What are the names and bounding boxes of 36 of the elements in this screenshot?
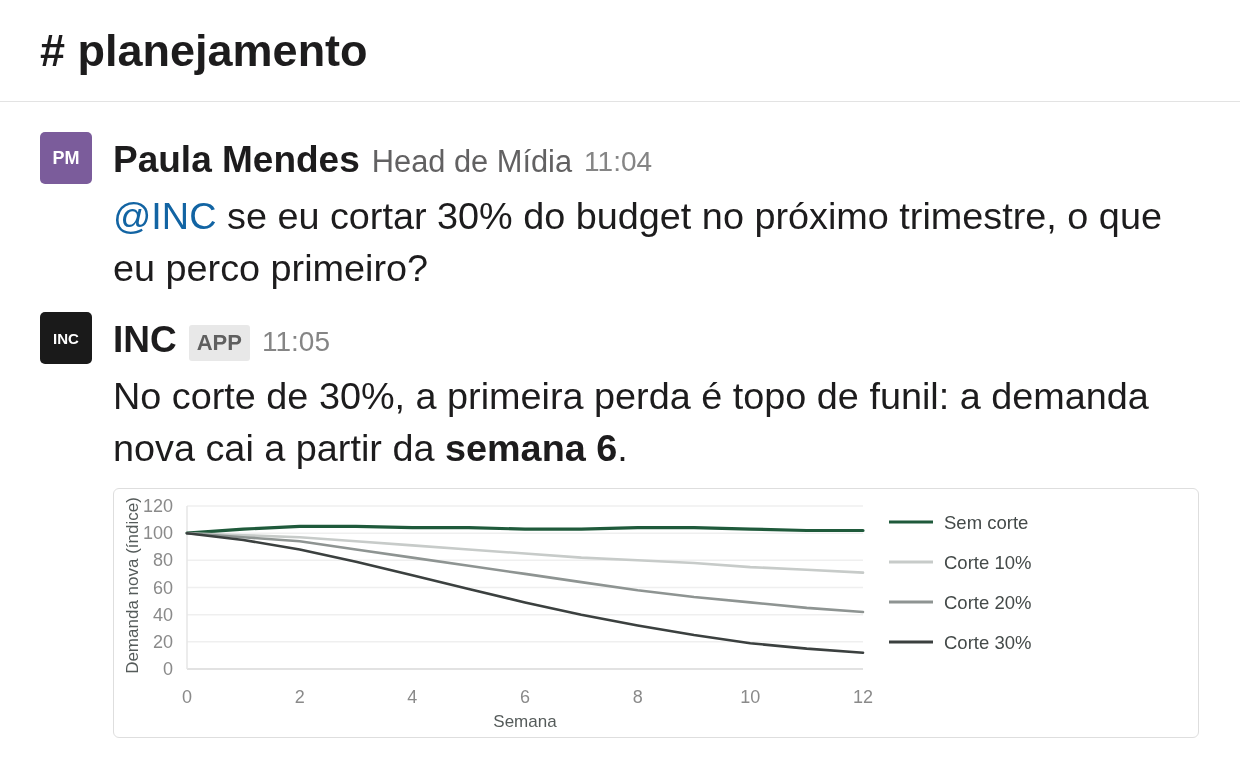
message-text: @INC se eu cortar 30% do budget no próximo trimestre, o que eu perco primeiro? [113,194,1163,291]
axis-tick-label: 60 [152,577,173,598]
axis-title: Semana [493,711,557,731]
legend-line-icon [889,560,933,564]
axis-tick-label: 80 [152,550,173,571]
author-name: INC [113,319,177,361]
legend-label: Corte 30% [944,631,1032,653]
axis-tick-label: 6 [520,687,530,707]
app-tag: APP [188,325,250,361]
message-time: 11:04 [584,146,653,178]
legend-line-icon [889,640,933,644]
axis-tick-label: 8 [632,687,643,707]
author-role: Head de Mídia [371,144,573,180]
legend-line-icon [889,600,933,604]
axis-tick-label: 120 [142,496,173,516]
axis-tick-label: 40 [152,604,173,625]
legend-label: Corte 10% [944,551,1032,573]
axis-tick-label: 0 [182,687,192,707]
legend-line-icon [889,520,933,524]
avatar: PM [40,132,92,184]
axis-tick-label: 20 [152,631,173,652]
axis-tick-label: 0 [163,659,173,679]
axis-tick-label: 12 [853,687,873,707]
axis-tick-label: 10 [740,687,761,707]
axis-title: Demanda nova (índice) [122,497,142,674]
axis-tick-label: 100 [142,523,173,544]
channel-title: # planejamento [40,23,368,78]
axis-tick-label: 4 [407,687,418,707]
legend-label: Corte 20% [944,591,1032,613]
author-name: Paula Mendes [113,139,360,181]
axis-tick-label: 2 [294,687,305,707]
legend-label: Sem corte [944,511,1029,533]
avatar: INC [40,312,92,364]
message-time: 11:05 [262,326,330,358]
message-text: No corte de 30%, a primeira perda é topo de funil: a demanda nova cai a partir da semana 6. [113,374,1150,471]
mention-link[interactable]: @INC [113,195,217,237]
